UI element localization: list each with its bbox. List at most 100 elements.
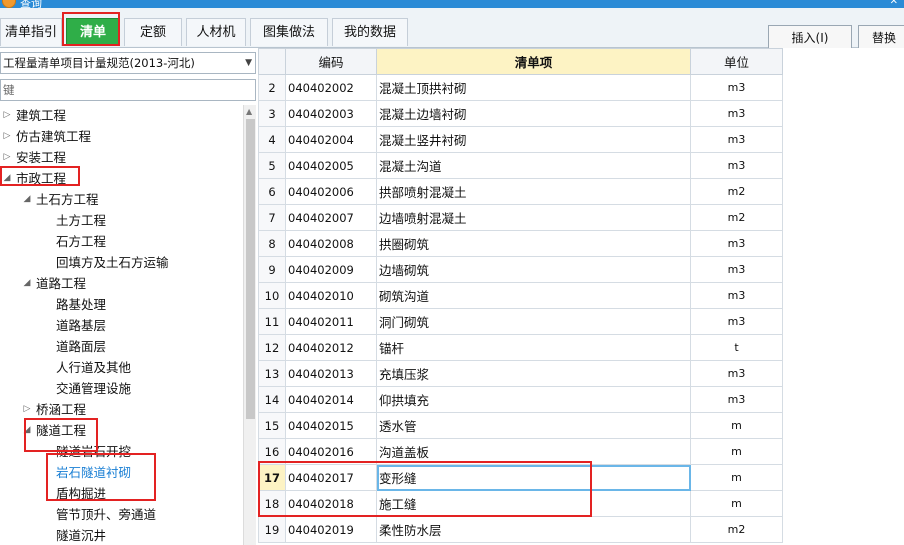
item-name[interactable]: 充填压浆 — [376, 360, 691, 387]
item-name[interactable]: 混凝土竖井衬砌 — [376, 126, 691, 153]
item-code[interactable]: 040402016 — [285, 438, 377, 465]
item-code[interactable]: 040402009 — [285, 256, 377, 283]
table-row[interactable]: 11 040402011 洞门砌筑 m3 — [258, 308, 783, 335]
item-code[interactable]: 040402011 — [285, 308, 377, 335]
table-row[interactable]: 15 040402015 透水管 m — [258, 412, 783, 439]
item-name[interactable]: 变形缝 — [376, 464, 691, 491]
item-unit[interactable]: m3 — [690, 152, 783, 179]
item-unit[interactable]: m3 — [690, 282, 783, 309]
item-code[interactable]: 040402012 — [285, 334, 377, 361]
tree-node[interactable]: 交通管理设施 — [56, 378, 131, 399]
collapse-icon[interactable]: ◢ — [22, 420, 32, 441]
item-unit[interactable]: m3 — [690, 386, 783, 413]
item-code[interactable]: 040402004 — [285, 126, 377, 153]
scrollbar-thumb[interactable] — [246, 119, 255, 419]
table-row[interactable]: 4 040402004 混凝土竖井衬砌 m3 — [258, 126, 783, 153]
tab-bill[interactable]: 清单 — [66, 18, 120, 46]
tree-node[interactable]: 隧道沉井 — [56, 525, 106, 545]
collapse-icon[interactable]: ◢ — [2, 168, 12, 189]
table-row[interactable]: 19 040402019 柔性防水层 m2 — [258, 516, 783, 543]
item-unit[interactable]: m3 — [690, 100, 783, 127]
tree-node[interactable]: 盾构掘进 — [56, 483, 106, 504]
item-name[interactable]: 洞门砌筑 — [376, 308, 691, 335]
item-code[interactable]: 040402002 — [285, 74, 377, 101]
search-input[interactable]: 键 — [0, 79, 256, 101]
table-row[interactable]: 10 040402010 砌筑沟道 m3 — [258, 282, 783, 309]
item-code[interactable]: 040402010 — [285, 282, 377, 309]
table-row[interactable]: 2 040402002 混凝土顶拱衬砌 m3 — [258, 74, 783, 101]
item-name[interactable]: 施工缝 — [376, 490, 691, 517]
item-unit[interactable]: m — [690, 412, 783, 439]
expand-icon[interactable]: ▷ — [2, 105, 12, 126]
item-unit[interactable]: m3 — [690, 308, 783, 335]
spec-select[interactable]: 工程量清单项目计量规范(2013-河北) ▼ — [0, 52, 256, 74]
tree-node[interactable]: 隧道岩石开挖 — [56, 441, 131, 462]
item-name[interactable]: 混凝土边墙衬砌 — [376, 100, 691, 127]
table-row[interactable]: 8 040402008 拱圈砌筑 m3 — [258, 230, 783, 257]
item-code[interactable]: 040402015 — [285, 412, 377, 439]
item-code[interactable]: 040402019 — [285, 516, 377, 543]
scroll-up-icon[interactable]: ▲ — [246, 107, 252, 116]
tree-node[interactable]: 道路面层 — [56, 336, 106, 357]
item-unit[interactable]: m2 — [690, 178, 783, 205]
tree-node[interactable]: 道路基层 — [56, 315, 106, 336]
item-unit[interactable]: m3 — [690, 360, 783, 387]
item-name[interactable]: 锚杆 — [376, 334, 691, 361]
table-row[interactable]: 9 040402009 边墙砌筑 m3 — [258, 256, 783, 283]
expand-icon[interactable]: ▷ — [2, 126, 12, 147]
item-code[interactable]: 040402003 — [285, 100, 377, 127]
item-name[interactable]: 拱圈砌筑 — [376, 230, 691, 257]
item-unit[interactable]: m3 — [690, 256, 783, 283]
tab-quota[interactable]: 定额 — [124, 18, 182, 46]
item-code[interactable]: 040402013 — [285, 360, 377, 387]
item-name[interactable]: 仰拱填充 — [376, 386, 691, 413]
item-unit[interactable]: m — [690, 464, 783, 491]
item-name[interactable]: 混凝土沟道 — [376, 152, 691, 179]
item-unit[interactable]: m2 — [690, 516, 783, 543]
chevron-down-icon[interactable]: ▼ — [245, 53, 252, 73]
col-header-item[interactable]: 清单项 — [376, 48, 691, 75]
table-row[interactable]: 14 040402014 仰拱填充 m3 — [258, 386, 783, 413]
item-name[interactable]: 砌筑沟道 — [376, 282, 691, 309]
item-unit[interactable]: m2 — [690, 204, 783, 231]
item-unit[interactable]: m3 — [690, 126, 783, 153]
tree-node[interactable]: 路基处理 — [56, 294, 106, 315]
col-header-code[interactable]: 编码 — [285, 48, 377, 75]
tree-node[interactable]: 管节顶升、旁通道 — [56, 504, 156, 525]
item-unit[interactable]: m3 — [690, 74, 783, 101]
item-name[interactable]: 边墙砌筑 — [376, 256, 691, 283]
item-name[interactable]: 沟道盖板 — [376, 438, 691, 465]
close-icon[interactable]: ✕ — [890, 0, 898, 7]
item-unit[interactable]: m — [690, 490, 783, 517]
table-row[interactable]: 16 040402016 沟道盖板 m — [258, 438, 783, 465]
item-unit[interactable]: m — [690, 438, 783, 465]
table-row[interactable]: 18 040402018 施工缝 m — [258, 490, 783, 517]
tree-node[interactable]: 石方工程 — [56, 231, 106, 252]
tree-node[interactable]: 土方工程 — [56, 210, 106, 231]
item-code[interactable]: 040402008 — [285, 230, 377, 257]
table-row[interactable]: 13 040402013 充填压浆 m3 — [258, 360, 783, 387]
item-unit[interactable]: t — [690, 334, 783, 361]
tab-atlas-method[interactable]: 图集做法 — [250, 18, 328, 46]
tab-labor-material[interactable]: 人材机 — [186, 18, 246, 46]
table-row[interactable]: 7 040402007 边墙喷射混凝土 m2 — [258, 204, 783, 231]
tab-my-data[interactable]: 我的数据 — [332, 18, 408, 46]
col-header-unit[interactable]: 单位 — [690, 48, 783, 75]
item-code[interactable]: 040402006 — [285, 178, 377, 205]
table-row-selected[interactable]: 17 040402017 变形缝 m — [258, 464, 783, 491]
item-code[interactable]: 040402017 — [285, 464, 377, 491]
table-row[interactable]: 6 040402006 拱部喷射混凝土 m2 — [258, 178, 783, 205]
item-code[interactable]: 040402014 — [285, 386, 377, 413]
tree-scrollbar[interactable]: ▲ — [243, 105, 256, 545]
table-row[interactable]: 3 040402003 混凝土边墙衬砌 m3 — [258, 100, 783, 127]
item-name[interactable]: 透水管 — [376, 412, 691, 439]
table-row[interactable]: 5 040402005 混凝土沟道 m3 — [258, 152, 783, 179]
table-row[interactable]: 12 040402012 锚杆 t — [258, 334, 783, 361]
expand-icon[interactable]: ▷ — [22, 399, 32, 420]
tree-node-selected[interactable]: 岩石隧道衬砌 — [56, 462, 131, 483]
tree-node[interactable]: 人行道及其他 — [56, 357, 131, 378]
item-name[interactable]: 拱部喷射混凝土 — [376, 178, 691, 205]
expand-icon[interactable]: ▷ — [2, 147, 12, 168]
item-unit[interactable]: m3 — [690, 230, 783, 257]
item-code[interactable]: 040402007 — [285, 204, 377, 231]
